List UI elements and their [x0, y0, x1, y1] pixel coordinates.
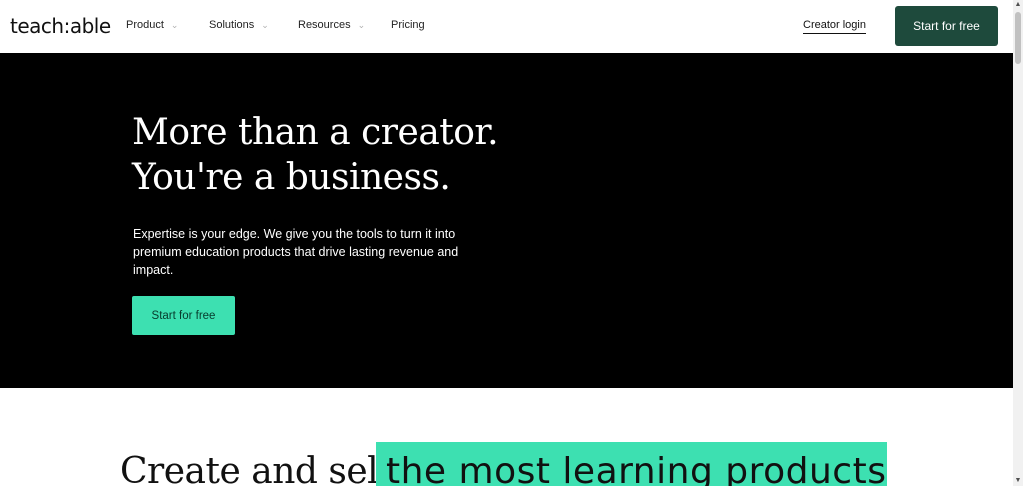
chevron-down-icon: ⌄	[261, 19, 269, 30]
hero-title-line-1: More than a creator.	[132, 112, 499, 153]
hero-title: More than a creator. You're a business.	[132, 110, 499, 200]
nav-item-product[interactable]: Product ⌄	[126, 17, 178, 33]
nav-item-label: Pricing	[391, 19, 425, 31]
section-heading-highlight: the most learning products	[386, 451, 887, 486]
nav-item-label: Product	[126, 19, 164, 31]
nav-item-pricing[interactable]: Pricing	[391, 17, 425, 33]
section-heading-highlight-box: the most learning products	[376, 442, 887, 486]
top-navbar: teach:able Product ⌄ Solutions ⌄ Resourc…	[0, 0, 1013, 53]
hero-title-line-2: You're a business.	[132, 157, 451, 198]
nav-item-solutions[interactable]: Solutions ⌄	[209, 17, 269, 33]
chevron-down-icon: ⌄	[170, 19, 179, 30]
start-for-free-hero-button[interactable]: Start for free	[132, 296, 235, 335]
hero-subtitle: Expertise is your edge. We give you the …	[133, 227, 459, 277]
products-section: Create and sell the most learning produc…	[0, 388, 1013, 486]
start-for-free-nav-button[interactable]: Start for free	[895, 6, 998, 46]
scroll-up-arrow-icon[interactable]: ▲	[1013, 0, 1023, 10]
vertical-scrollbar[interactable]: ▲ ▼	[1013, 0, 1023, 486]
section-heading-plain: Create and sell	[120, 451, 390, 486]
creator-login-link[interactable]: Creator login	[803, 18, 866, 34]
nav-item-resources[interactable]: Resources ⌄	[298, 17, 365, 33]
nav-item-label: Resources	[298, 19, 351, 31]
scroll-down-arrow-icon[interactable]: ▼	[1013, 476, 1023, 486]
scrollbar-thumb[interactable]	[1015, 12, 1021, 64]
teachable-logo[interactable]: teach:able	[10, 14, 111, 38]
nav-item-label: Solutions	[209, 19, 255, 31]
chevron-down-icon: ⌄	[357, 19, 366, 30]
hero-section: More than a creator. You're a business. …	[0, 53, 1013, 388]
